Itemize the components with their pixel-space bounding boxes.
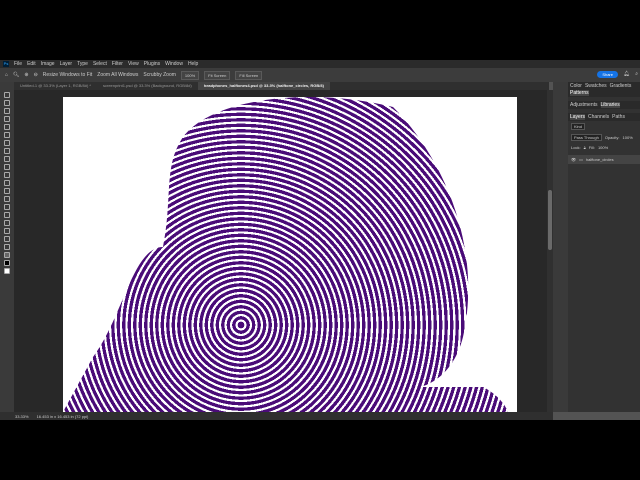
blend-mode-select[interactable]: Pass Through bbox=[571, 134, 602, 141]
zoom-tool-icon[interactable] bbox=[4, 252, 10, 258]
status-bar: 33.33% 16.453 in x 16.453 in (72 ppi) bbox=[0, 412, 553, 420]
fit-screen-button[interactable]: Fit Screen bbox=[204, 70, 231, 80]
path-select-icon[interactable] bbox=[4, 228, 10, 234]
tab-paths[interactable]: Paths bbox=[612, 114, 625, 120]
gradient-tool-icon[interactable] bbox=[4, 188, 10, 194]
eyedropper-tool-icon[interactable] bbox=[4, 140, 10, 146]
select-tool-icon[interactable] bbox=[4, 116, 10, 122]
halftone-artwork bbox=[63, 97, 517, 412]
menu-plugins[interactable]: Plugins bbox=[144, 61, 160, 67]
shape-tool-icon[interactable] bbox=[4, 236, 10, 242]
tools-panel bbox=[0, 82, 14, 412]
pen-tool-icon[interactable] bbox=[4, 212, 10, 218]
visibility-eye-icon[interactable]: 👁︎ bbox=[571, 157, 576, 162]
menu-select[interactable]: Select bbox=[93, 61, 107, 67]
tab-layers[interactable]: Layers bbox=[570, 114, 586, 120]
menu-window[interactable]: Window bbox=[165, 61, 183, 67]
healing-tool-icon[interactable] bbox=[4, 148, 10, 154]
eraser-tool-icon[interactable] bbox=[4, 180, 10, 186]
adjustments-tabs: Adjustments Libraries bbox=[568, 101, 640, 109]
photoshop-window: Ps File Edit Image Layer Type Select Fil… bbox=[0, 60, 640, 420]
zoom-out-icon[interactable]: ⊖ bbox=[34, 72, 38, 78]
menu-view[interactable]: View bbox=[128, 61, 139, 67]
scrubby-zoom-checkbox[interactable]: Scrubby Zoom bbox=[143, 72, 176, 78]
menu-layer[interactable]: Layer bbox=[60, 61, 73, 67]
history-brush-icon[interactable] bbox=[4, 172, 10, 178]
background-color-swatch[interactable] bbox=[4, 268, 10, 274]
panel-icon-strip bbox=[553, 82, 568, 412]
zoom-100-button[interactable]: 100% bbox=[180, 70, 200, 80]
menu-help[interactable]: Help bbox=[188, 61, 198, 67]
menu-filter[interactable]: Filter bbox=[112, 61, 123, 67]
opacity-label: Opacity: bbox=[604, 135, 620, 140]
zoom-all-checkbox[interactable]: Zoom All Windows bbox=[97, 72, 138, 78]
zoom-in-icon[interactable]: ⊕ bbox=[24, 72, 28, 78]
layer-row[interactable]: 👁︎ ▭ halftone_circles bbox=[568, 155, 640, 164]
marquee-tool-icon[interactable] bbox=[4, 100, 10, 106]
blur-tool-icon[interactable] bbox=[4, 196, 10, 202]
tab-patterns[interactable]: Patterns bbox=[570, 90, 589, 96]
dodge-tool-icon[interactable] bbox=[4, 204, 10, 210]
hand-tool-icon[interactable] bbox=[4, 244, 10, 250]
tab-adjustments[interactable]: Adjustments bbox=[570, 102, 598, 108]
tab-untitled[interactable]: Untitled-1 @ 33.3% (Layer 1, RGB/8#) * bbox=[14, 82, 97, 90]
opacity-value[interactable]: 100% bbox=[623, 135, 633, 140]
menu-type[interactable]: Type bbox=[77, 61, 88, 67]
share-button[interactable]: Share bbox=[597, 71, 618, 78]
document-canvas[interactable] bbox=[63, 97, 517, 412]
menu-image[interactable]: Image bbox=[41, 61, 55, 67]
menu-file[interactable]: File bbox=[14, 61, 22, 67]
document-size: 16.453 in x 16.453 in (72 ppi) bbox=[36, 413, 89, 419]
tab-headphones[interactable]: headphones_halftones4.psd @ 33.3% (halft… bbox=[197, 82, 330, 90]
tab-screenprint[interactable]: screenprint1.psd @ 33.3% (Background, RG… bbox=[97, 82, 198, 90]
fill-label: Fill: bbox=[588, 145, 595, 150]
document-tabs: Untitled-1 @ 33.3% (Layer 1, RGB/8#) * s… bbox=[14, 82, 549, 90]
foreground-color-swatch[interactable] bbox=[4, 260, 10, 266]
layer-name: halftone_circles bbox=[585, 157, 614, 162]
tab-libraries[interactable]: Libraries bbox=[600, 102, 620, 108]
tab-swatches[interactable]: Swatches bbox=[585, 83, 607, 89]
brush-tool-icon[interactable] bbox=[4, 156, 10, 162]
fill-value[interactable]: 100% bbox=[598, 145, 608, 150]
color-panel-tabs: Color Swatches Gradients Patterns bbox=[568, 82, 640, 97]
layers-tabs: Layers Channels Paths bbox=[568, 113, 640, 121]
type-tool-icon[interactable] bbox=[4, 220, 10, 226]
tab-color[interactable]: Color bbox=[570, 83, 582, 89]
tab-channels[interactable]: Channels bbox=[588, 114, 609, 120]
lock-icon[interactable]: 🔒︎ bbox=[584, 145, 586, 150]
move-tool-icon[interactable] bbox=[4, 92, 10, 98]
resize-windows-checkbox[interactable]: Resize Windows to Fit bbox=[43, 72, 92, 78]
crop-tool-icon[interactable] bbox=[4, 124, 10, 130]
bell-icon[interactable]: 🔔︎ bbox=[624, 71, 630, 77]
zoom-tool-icon[interactable]: 🔍︎ bbox=[13, 72, 19, 78]
fill-screen-button[interactable]: Fill Screen bbox=[235, 70, 263, 80]
options-bar: ⌂ 🔍︎ ⊕ ⊖ Resize Windows to Fit Zoom All … bbox=[0, 68, 640, 82]
lock-label: Lock: bbox=[571, 145, 581, 150]
scroll-thumb[interactable] bbox=[548, 190, 552, 250]
folder-icon: ▭ bbox=[579, 157, 583, 162]
right-panels: Color Swatches Gradients Patterns Adjust… bbox=[568, 82, 640, 412]
tab-gradients[interactable]: Gradients bbox=[610, 83, 632, 89]
search-icon[interactable]: ⌕ bbox=[635, 71, 638, 77]
menu-bar: Ps File Edit Image Layer Type Select Fil… bbox=[0, 60, 640, 68]
stamp-tool-icon[interactable] bbox=[4, 164, 10, 170]
zoom-level[interactable]: 33.33% bbox=[15, 414, 29, 419]
menu-edit[interactable]: Edit bbox=[27, 61, 36, 67]
photoshop-logo-icon: Ps bbox=[3, 61, 9, 67]
layer-filter-kind[interactable]: Kind bbox=[571, 123, 586, 130]
home-icon[interactable]: ⌂ bbox=[5, 72, 8, 78]
canvas-area[interactable] bbox=[14, 90, 547, 412]
lasso-tool-icon[interactable] bbox=[4, 108, 10, 114]
frame-tool-icon[interactable] bbox=[4, 132, 10, 138]
